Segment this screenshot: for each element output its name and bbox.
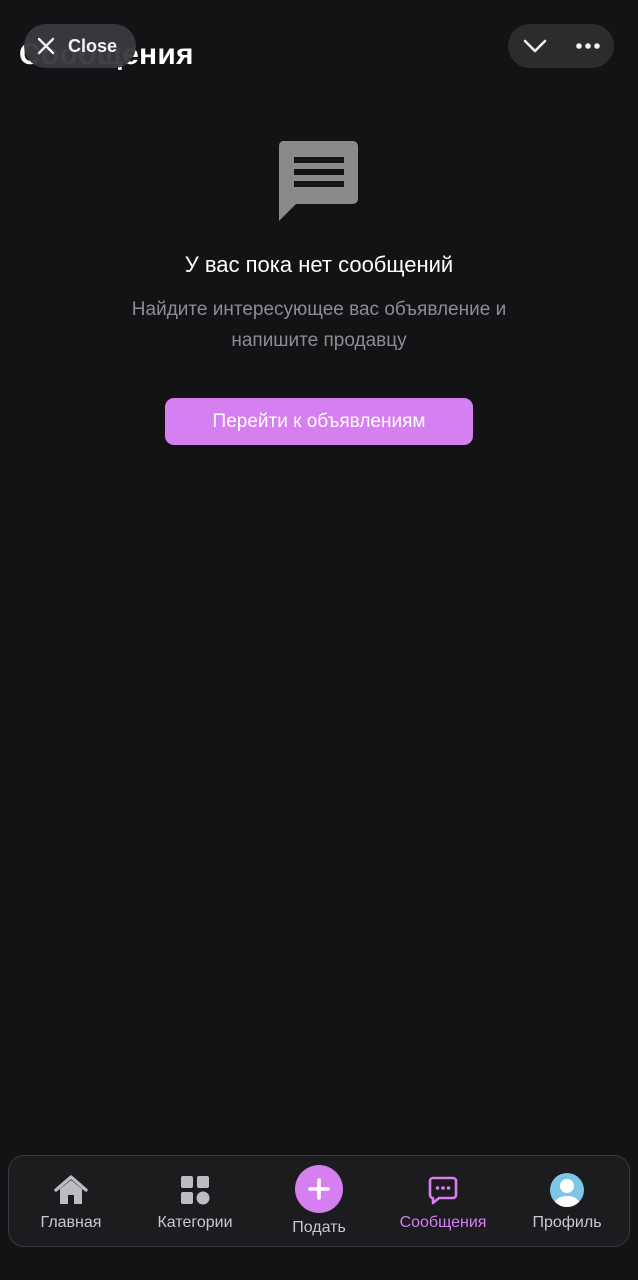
categories-icon <box>181 1176 210 1205</box>
empty-heading: У вас пока нет сообщений <box>184 252 454 277</box>
collapse-button[interactable] <box>515 26 555 66</box>
empty-subtext-line1: Найдите интересующее вас объявление и <box>131 299 507 320</box>
more-dots-icon <box>575 43 600 49</box>
nav-item-home[interactable]: Главная <box>9 1156 133 1246</box>
plus-icon <box>308 1178 330 1200</box>
home-icon <box>54 1175 88 1204</box>
window-controls <box>508 24 614 68</box>
nav-label-home: Главная <box>40 1214 102 1231</box>
chevron-down-icon <box>523 39 546 53</box>
nav-label-categories: Категории <box>157 1214 233 1231</box>
nav-label-messages: Сообщения <box>399 1214 487 1231</box>
bottom-nav: Главная Категории Подать Сообщения Профи… <box>8 1155 630 1247</box>
empty-state: У вас пока нет сообщений Найдите интерес… <box>0 140 638 356</box>
go-to-listings-button[interactable]: Перейти к объявлениям <box>165 398 473 445</box>
nav-item-messages[interactable]: Сообщения <box>381 1156 505 1246</box>
nav-item-profile[interactable]: Профиль <box>505 1156 629 1246</box>
nav-item-post[interactable]: Подать <box>257 1156 381 1246</box>
close-icon <box>37 37 55 55</box>
nav-label-profile: Профиль <box>532 1214 602 1231</box>
nav-item-categories[interactable]: Категории <box>133 1156 257 1246</box>
avatar-icon <box>550 1173 584 1207</box>
chat-bubble-icon <box>278 140 358 221</box>
more-button[interactable] <box>568 26 608 66</box>
close-button[interactable]: Close <box>24 24 136 68</box>
empty-subtext: Найдите интересующее вас объявление и на… <box>0 294 638 356</box>
empty-subtext-line2: напишите продавцу <box>231 330 407 351</box>
nav-label-post: Подать <box>292 1219 346 1236</box>
close-label: Close <box>68 35 118 56</box>
messages-icon <box>428 1176 458 1205</box>
